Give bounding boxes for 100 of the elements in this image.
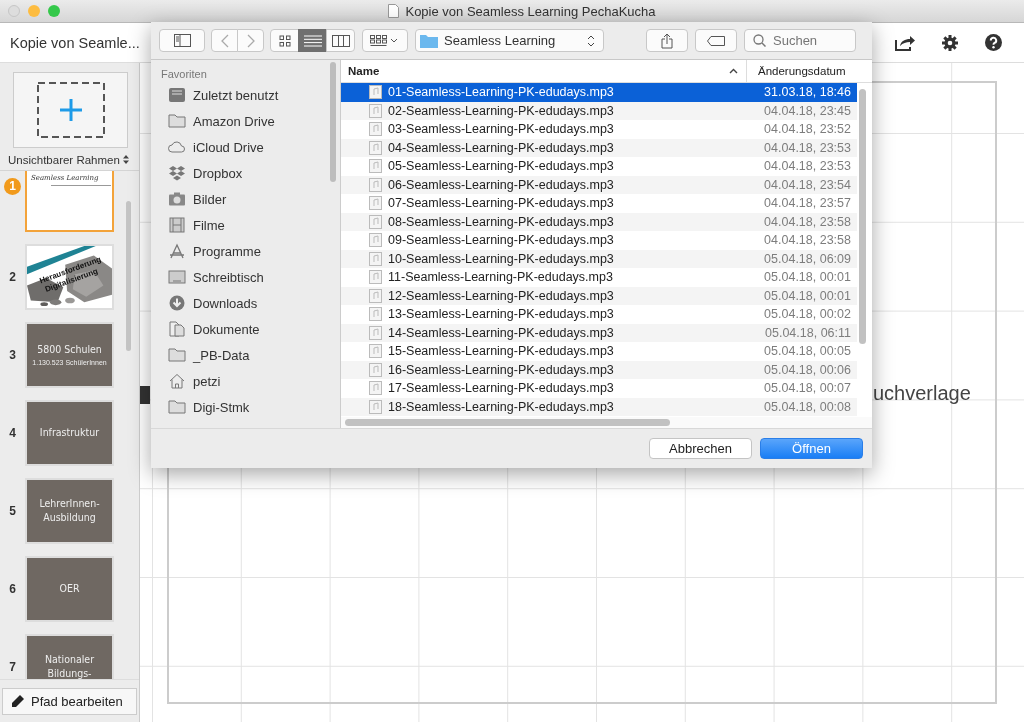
sidebar-item[interactable]: Digi-Stmk bbox=[151, 394, 340, 420]
scrollbar[interactable] bbox=[330, 62, 336, 182]
folder-icon bbox=[168, 347, 186, 363]
file-row[interactable]: 15-Seamless-Learning-PK-edudays.mp3 05.04.18, 00:05 bbox=[341, 342, 857, 361]
sidebar-toggle-button[interactable] bbox=[159, 29, 205, 52]
settings-icon[interactable] bbox=[942, 34, 958, 51]
columns-icon bbox=[331, 34, 350, 47]
file-row[interactable]: 18-Seamless-Learning-PK-edudays.mp3 05.04.18, 00:08 bbox=[341, 397, 857, 416]
add-frame-button[interactable] bbox=[13, 72, 128, 148]
desktop-icon bbox=[168, 269, 186, 285]
help-icon[interactable] bbox=[985, 34, 1002, 51]
audio-file-icon bbox=[369, 85, 382, 100]
audio-file-icon bbox=[369, 270, 382, 285]
audio-file-icon bbox=[369, 214, 382, 229]
path-dropdown[interactable]: Seamless Learning bbox=[415, 29, 604, 52]
share-icon bbox=[661, 32, 673, 49]
audio-file-icon bbox=[369, 381, 382, 396]
scrollbar[interactable] bbox=[345, 419, 670, 426]
audio-file-icon bbox=[369, 140, 382, 155]
chevron-left-icon bbox=[220, 33, 229, 48]
scrollbar[interactable] bbox=[126, 201, 131, 351]
updown-icon bbox=[587, 33, 595, 48]
audio-file-icon bbox=[369, 251, 382, 266]
file-row[interactable]: 13-Seamless-Learning-PK-edudays.mp3 05.04.18, 00:02 bbox=[341, 305, 857, 324]
file-row[interactable]: 03-Seamless-Learning-PK-edudays.mp3 04.04.18, 23:52 bbox=[341, 120, 857, 139]
slide-thumbnail[interactable]: OER bbox=[25, 555, 114, 622]
window-zoom-button[interactable] bbox=[48, 5, 60, 17]
file-row[interactable]: 11-Seamless-Learning-PK-edudays.mp3 05.04.18, 00:01 bbox=[341, 268, 857, 287]
folder-icon bbox=[168, 399, 186, 415]
audio-file-icon bbox=[369, 233, 382, 248]
audio-file-icon bbox=[369, 325, 382, 340]
share-button[interactable] bbox=[646, 29, 688, 52]
slide-number: 5 bbox=[8, 503, 17, 518]
file-row[interactable]: 08-Seamless-Learning-PK-edudays.mp3 04.04.18, 23:58 bbox=[341, 212, 857, 231]
sidebar-item[interactable]: Programme bbox=[151, 238, 340, 264]
slide-number: 2 bbox=[8, 269, 17, 284]
search-field[interactable]: Suchen bbox=[744, 29, 856, 52]
sidebar-item[interactable]: Bilder bbox=[151, 186, 340, 212]
slide-number: 1 bbox=[4, 178, 21, 195]
audio-file-icon bbox=[369, 307, 382, 322]
sidebar-item[interactable]: iCloud Drive bbox=[151, 134, 340, 160]
sidebar-item[interactable]: Schreibtisch bbox=[151, 264, 340, 290]
presentation-title: Kopie von Seamle... bbox=[9, 34, 140, 51]
audio-file-icon bbox=[369, 362, 382, 377]
file-row[interactable]: 16-Seamless-Learning-PK-edudays.mp3 05.04.18, 00:06 bbox=[341, 360, 857, 379]
sidebar-item[interactable]: _PB-Data bbox=[151, 342, 340, 368]
grid-icon bbox=[278, 34, 291, 47]
slide-title: LehrerInnen- Ausbildung bbox=[39, 497, 100, 524]
forward-button[interactable] bbox=[237, 29, 264, 52]
audio-file-icon bbox=[369, 177, 382, 192]
file-row[interactable]: 01-Seamless-Learning-PK-edudays.mp3 31.03.18, 18:46 bbox=[341, 83, 857, 102]
list-view-button[interactable] bbox=[298, 29, 327, 52]
document-icon bbox=[168, 321, 186, 337]
file-row[interactable]: 06-Seamless-Learning-PK-edudays.mp3 04.04.18, 23:54 bbox=[341, 175, 857, 194]
audio-file-icon bbox=[369, 399, 382, 414]
slide-title: OER bbox=[59, 581, 80, 596]
window-close-button[interactable] bbox=[8, 5, 20, 17]
slide-number: 4 bbox=[8, 425, 17, 440]
sidebar-item[interactable]: Downloads bbox=[151, 290, 340, 316]
slide-thumbnail[interactable]: Nationaler Bildungs- bbox=[25, 633, 114, 679]
audio-file-icon bbox=[369, 288, 382, 303]
audio-file-icon bbox=[369, 344, 382, 359]
slide-thumbnail[interactable]: LehrerInnen- Ausbildung bbox=[25, 477, 114, 544]
share-icon[interactable] bbox=[895, 34, 915, 51]
file-row[interactable]: 14-Seamless-Learning-PK-edudays.mp3 05.04.18, 06:11 bbox=[341, 323, 857, 342]
tag-button[interactable] bbox=[695, 29, 737, 52]
subtitle-line bbox=[51, 184, 111, 186]
sidebar-item[interactable]: Dropbox bbox=[151, 160, 340, 186]
arrange-button[interactable] bbox=[362, 29, 408, 52]
file-row[interactable]: 07-Seamless-Learning-PK-edudays.mp3 04.04.18, 23:57 bbox=[341, 194, 857, 213]
cancel-button[interactable]: Abbrechen bbox=[649, 438, 752, 459]
edit-path-button[interactable]: Pfad bearbeiten bbox=[2, 687, 137, 715]
list-icon bbox=[303, 34, 322, 47]
sidebar-item[interactable]: Amazon Drive bbox=[151, 108, 340, 134]
slide-thumbnail[interactable]: Infrastruktur bbox=[25, 399, 114, 466]
sidebar-item[interactable]: Zuletzt benutzt bbox=[151, 82, 340, 108]
icons-view-button[interactable] bbox=[270, 29, 299, 52]
download-icon bbox=[168, 295, 186, 311]
audio-file-icon bbox=[369, 196, 382, 211]
window-minimize-button[interactable] bbox=[28, 5, 40, 17]
file-row[interactable]: 05-Seamless-Learning-PK-edudays.mp3 04.04.18, 23:53 bbox=[341, 157, 857, 176]
dropbox-icon bbox=[168, 165, 186, 181]
sidebar-icon bbox=[173, 34, 191, 47]
sidebar-item[interactable]: Dokumente bbox=[151, 316, 340, 342]
columns-view-button[interactable] bbox=[326, 29, 355, 52]
sidebar-resize-handle[interactable] bbox=[140, 386, 150, 404]
file-row[interactable]: 10-Seamless-Learning-PK-edudays.mp3 05.04.18, 06:09 bbox=[341, 249, 857, 268]
file-row[interactable]: 17-Seamless-Learning-PK-edudays.mp3 05.04.18, 00:07 bbox=[341, 379, 857, 398]
file-row[interactable]: 12-Seamless-Learning-PK-edudays.mp3 05.04.18, 00:01 bbox=[341, 286, 857, 305]
column-header[interactable]: Änderungsdatum bbox=[747, 60, 859, 82]
sidebar-item[interactable]: petzi bbox=[151, 368, 340, 394]
pencil-icon bbox=[11, 694, 25, 708]
column-header[interactable]: Name bbox=[341, 60, 747, 82]
sidebar-item[interactable]: Filme bbox=[151, 212, 340, 238]
scrollbar[interactable] bbox=[859, 89, 866, 344]
file-row[interactable]: 09-Seamless-Learning-PK-edudays.mp3 04.04.18, 23:58 bbox=[341, 231, 857, 250]
file-row[interactable]: 04-Seamless-Learning-PK-edudays.mp3 04.04.18, 23:53 bbox=[341, 138, 857, 157]
grid-dropdown-icon bbox=[370, 34, 400, 47]
audio-file-icon bbox=[369, 103, 382, 118]
back-button[interactable] bbox=[211, 29, 238, 52]
